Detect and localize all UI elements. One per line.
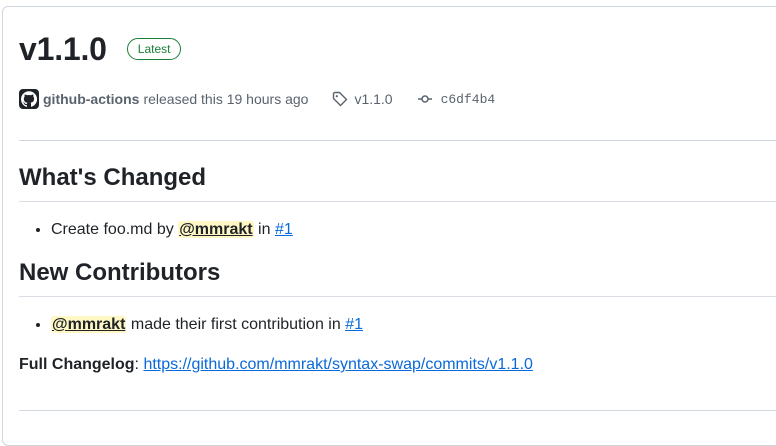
release-commit-sha: c6df4b4 (440, 91, 496, 107)
release-notes: What's Changed Create foo.md by @mmrakt … (19, 163, 776, 377)
release-commit[interactable]: c6df4b4 (417, 91, 496, 107)
released-text: released this 19 hours ago (143, 91, 309, 107)
whats-changed-heading: What's Changed (19, 164, 207, 191)
change-text: Create foo.md by (51, 221, 174, 238)
git-commit-icon (417, 95, 432, 103)
header-divider (19, 140, 776, 141)
change-text-in: in (258, 221, 271, 238)
latest-badge: Latest (126, 38, 182, 60)
list-item: @mmrakt made their first contribution in… (51, 313, 776, 337)
full-changelog-label: Full Changelog (19, 356, 135, 373)
new-contributors-divider (19, 296, 776, 297)
list-item: Create foo.md by @mmrakt in #1 (51, 218, 776, 242)
full-changelog-separator: : (134, 356, 139, 373)
release-title[interactable]: v1.1.0 (19, 29, 107, 69)
whats-changed-list: Create foo.md by @mmrakt in #1 (19, 218, 776, 242)
footer-divider (19, 410, 776, 411)
whats-changed-divider (19, 201, 776, 202)
changelog-url-link[interactable]: https://github.com/mmrakt/syntax-swap/co… (143, 356, 532, 373)
full-changelog: Full Changelog: https://github.com/mmrak… (19, 353, 776, 377)
user-mention-link[interactable]: @mmrakt (178, 221, 254, 238)
release-title-row: v1.1.0 Latest (19, 29, 182, 69)
release-meta: github-actions released this 19 hours ag… (19, 87, 495, 111)
release-author[interactable]: github-actions (43, 91, 139, 107)
release-tag[interactable]: v1.1.0 (332, 91, 393, 107)
release-card: v1.1.0 Latest github-actions released th… (2, 6, 776, 446)
release-tag-label: v1.1.0 (354, 91, 393, 107)
github-mark-icon[interactable] (19, 89, 39, 109)
tag-icon (333, 91, 348, 107)
pull-request-link[interactable]: #1 (345, 316, 363, 333)
user-mention-link[interactable]: @mmrakt (51, 316, 127, 333)
pull-request-link[interactable]: #1 (275, 221, 293, 238)
contribution-text: made their first contribution in (130, 316, 341, 333)
new-contributors-heading: New Contributors (19, 259, 221, 286)
new-contributors-list: @mmrakt made their first contribution in… (19, 313, 776, 337)
